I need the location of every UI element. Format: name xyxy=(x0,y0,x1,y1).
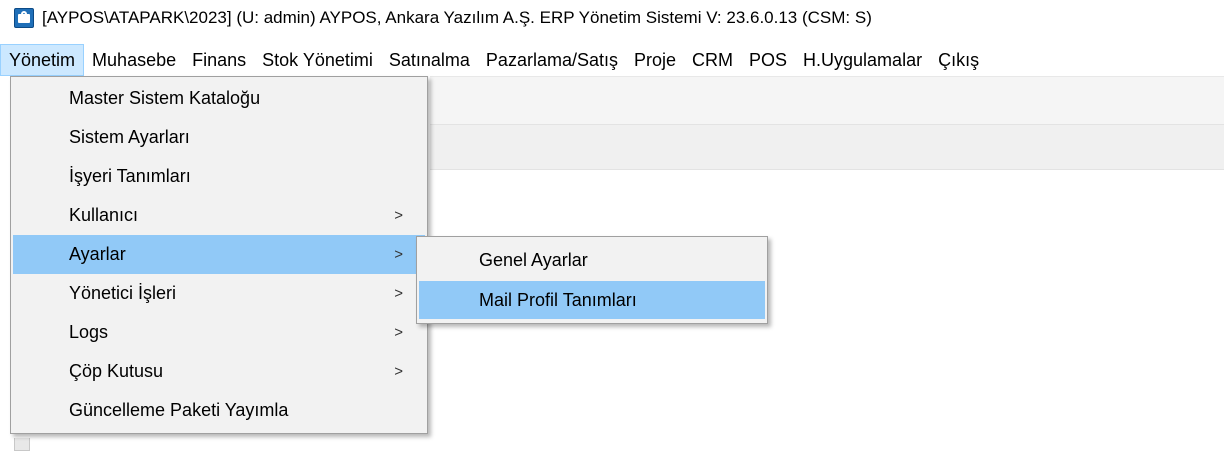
chevron-right-icon: > xyxy=(394,285,403,302)
chevron-right-icon: > xyxy=(394,207,403,224)
menu-item-label: Çöp Kutusu xyxy=(69,361,164,381)
menu-item-yonetici-isleri[interactable]: Yönetici İşleri > xyxy=(13,274,425,313)
menu-item-label: Genel Ayarlar xyxy=(479,250,588,270)
menu-item-cop-kutusu[interactable]: Çöp Kutusu > xyxy=(13,352,425,391)
menu-item-label: Mail Profil Tanımları xyxy=(479,290,637,310)
menu-item-ayarlar[interactable]: Ayarlar > xyxy=(13,235,425,274)
menu-finans[interactable]: Finans xyxy=(184,44,254,76)
menu-h-uygulamalar[interactable]: H.Uygulamalar xyxy=(795,44,930,76)
toolbar-area xyxy=(430,76,1224,125)
window-title: [AYPOS\ATAPARK\2023] (U: admin) AYPOS, A… xyxy=(42,8,872,27)
app-icon[interactable] xyxy=(14,8,34,28)
ayarlar-submenu: Genel Ayarlar Mail Profil Tanımları xyxy=(416,236,768,324)
menu-item-label: İşyeri Tanımları xyxy=(69,166,191,186)
menu-stok-yonetimi[interactable]: Stok Yönetimi xyxy=(254,44,381,76)
menu-proje[interactable]: Proje xyxy=(626,44,684,76)
chevron-right-icon: > xyxy=(394,363,403,380)
menu-pos[interactable]: POS xyxy=(741,44,795,76)
menu-bar: Yönetim Muhasebe Finans Stok Yönetimi Sa… xyxy=(0,44,1224,76)
menu-crm[interactable]: CRM xyxy=(684,44,741,76)
menu-item-sistem-ayarlari[interactable]: Sistem Ayarları xyxy=(13,118,425,157)
chevron-right-icon: > xyxy=(394,246,403,263)
menu-cikis[interactable]: Çıkış xyxy=(930,44,987,76)
yonetim-dropdown-menu: Master Sistem Kataloğu Sistem Ayarları İ… xyxy=(10,76,428,434)
submenu-item-mail-profil-tanimlari[interactable]: Mail Profil Tanımları xyxy=(419,281,765,319)
window-edge xyxy=(14,438,30,451)
menu-yonetim[interactable]: Yönetim xyxy=(0,44,85,76)
menu-muhasebe[interactable]: Muhasebe xyxy=(84,44,184,76)
menu-item-label: Sistem Ayarları xyxy=(69,127,190,147)
menu-item-label: Yönetici İşleri xyxy=(69,283,177,303)
menu-item-label: Kullanıcı xyxy=(69,205,139,225)
menu-item-label: Master Sistem Kataloğu xyxy=(69,88,261,108)
title-bar: [AYPOS\ATAPARK\2023] (U: admin) AYPOS, A… xyxy=(0,0,1224,36)
menu-item-kullanici[interactable]: Kullanıcı > xyxy=(13,196,425,235)
menu-item-label: Logs xyxy=(69,322,109,342)
menu-item-master-sistem-katalogu[interactable]: Master Sistem Kataloğu xyxy=(13,79,425,118)
menu-item-logs[interactable]: Logs > xyxy=(13,313,425,352)
menu-item-guncelleme-paketi-yayimla[interactable]: Güncelleme Paketi Yayımla xyxy=(13,391,425,430)
chevron-right-icon: > xyxy=(394,324,403,341)
menu-item-label: Güncelleme Paketi Yayımla xyxy=(69,400,289,420)
menu-item-isyeri-tanimlari[interactable]: İşyeri Tanımları xyxy=(13,157,425,196)
toolbar-area-secondary xyxy=(430,124,1224,170)
menu-pazarlama-satis[interactable]: Pazarlama/Satış xyxy=(478,44,626,76)
menu-item-label: Ayarlar xyxy=(69,244,126,264)
submenu-item-genel-ayarlar[interactable]: Genel Ayarlar xyxy=(419,241,765,279)
menu-satinalma[interactable]: Satınalma xyxy=(381,44,478,76)
